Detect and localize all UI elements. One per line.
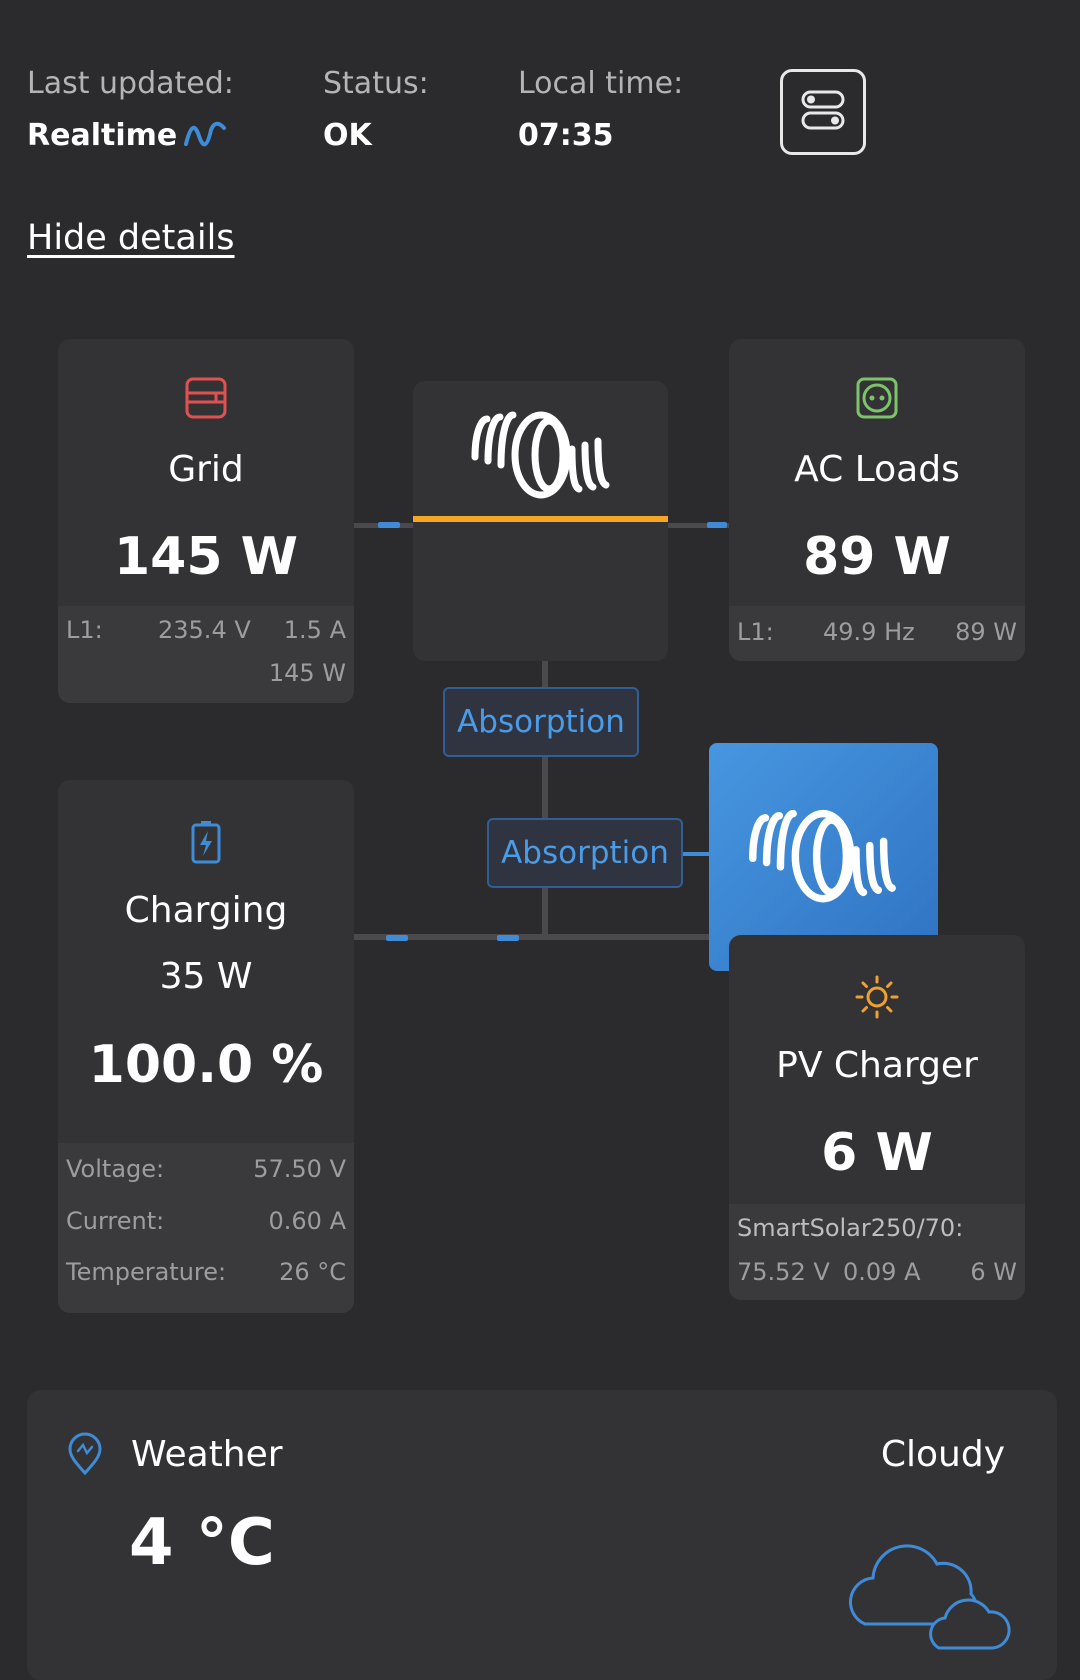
battery-current: 0.60 A bbox=[268, 1207, 346, 1235]
ac-loads-frequency: 49.9 Hz bbox=[823, 618, 915, 646]
grid-phase: L1: bbox=[66, 616, 103, 644]
inverter-card[interactable] bbox=[413, 381, 668, 661]
grid-current: 1.5 A bbox=[283, 616, 346, 644]
grid-voltage: 235.4 V bbox=[158, 616, 251, 644]
battery-details: Voltage: 57.50 V Current: 0.60 A Tempera… bbox=[58, 1143, 354, 1313]
battery-flow-dash-1 bbox=[386, 935, 408, 941]
victron-logo-icon bbox=[745, 803, 901, 907]
solar-state-badge: Absorption bbox=[487, 818, 683, 888]
ac-loads-phase-power: 89 W bbox=[955, 618, 1017, 646]
battery-charging-icon bbox=[58, 820, 354, 868]
battery-soc: 100.0 % bbox=[88, 1035, 324, 1095]
status-label: Status: bbox=[323, 66, 429, 101]
grid-power: 145 W bbox=[113, 527, 298, 587]
hide-details-link[interactable]: Hide details bbox=[27, 218, 235, 258]
ac-loads-phase: L1: bbox=[737, 618, 774, 646]
last-updated: Realtime bbox=[27, 118, 227, 153]
inverter-load-bar bbox=[413, 516, 668, 522]
pv-charger-card[interactable]: PV Charger 6 W SmartSolar250/70: 75.52 V… bbox=[729, 935, 1025, 1300]
last-updated-value: Realtime bbox=[27, 118, 178, 153]
pv-device-name: SmartSolar250/70: bbox=[737, 1214, 964, 1242]
location-pin-icon bbox=[67, 1432, 103, 1480]
weather-temperature: 4 °C bbox=[129, 1506, 275, 1580]
grid-phase-power: 145 W bbox=[268, 659, 346, 687]
battery-current-label: Current: bbox=[66, 1207, 165, 1235]
socket-icon bbox=[729, 377, 1025, 423]
battery-voltage-label: Voltage: bbox=[66, 1155, 165, 1183]
toggle-switch-icon bbox=[800, 87, 846, 137]
battery-temperature-label: Temperature: bbox=[66, 1258, 227, 1286]
pv-device-power: 6 W bbox=[970, 1258, 1017, 1286]
pv-power: 6 W bbox=[821, 1123, 933, 1183]
sun-icon bbox=[729, 975, 1025, 1023]
grid-title: Grid bbox=[168, 449, 244, 490]
solar-state-line bbox=[680, 852, 710, 856]
weather-card[interactable]: Weather 4 °C Cloudy bbox=[27, 1390, 1057, 1680]
last-updated-label: Last updated: bbox=[27, 66, 234, 101]
battery-voltage: 57.50 V bbox=[253, 1155, 346, 1183]
view-toggle-button[interactable] bbox=[780, 69, 866, 155]
battery-temperature: 26 °C bbox=[279, 1258, 346, 1286]
wave-icon bbox=[183, 120, 227, 152]
grid-flow-dash bbox=[378, 522, 400, 528]
weather-condition: Cloudy bbox=[880, 1434, 1005, 1475]
cloud-icon bbox=[843, 1528, 1013, 1656]
ac-loads-card[interactable]: AC Loads 89 W L1: 49.9 Hz 89 W bbox=[729, 339, 1025, 661]
loads-flow-dash bbox=[707, 522, 727, 528]
ac-loads-details: L1: 49.9 Hz 89 W bbox=[729, 606, 1025, 661]
battery-power: 35 W bbox=[159, 956, 253, 997]
battery-card[interactable]: Charging 35 W 100.0 % Voltage: 57.50 V C… bbox=[58, 780, 354, 1313]
grid-details: L1: 235.4 V 1.5 A 145 W bbox=[58, 606, 354, 703]
pv-title: PV Charger bbox=[776, 1045, 978, 1086]
pv-voltage: 75.52 V bbox=[737, 1258, 830, 1286]
ac-loads-title: AC Loads bbox=[794, 449, 960, 490]
local-time-label: Local time: bbox=[518, 66, 684, 101]
ac-loads-power: 89 W bbox=[803, 527, 951, 587]
grid-meter-icon bbox=[58, 377, 354, 423]
status-value: OK bbox=[323, 118, 372, 153]
local-time-value: 07:35 bbox=[518, 118, 614, 153]
battery-title: Charging bbox=[124, 890, 288, 931]
weather-title: Weather bbox=[131, 1434, 283, 1475]
pv-details: SmartSolar250/70: 75.52 V 0.09 A 6 W bbox=[729, 1204, 1025, 1300]
victron-logo-icon bbox=[469, 405, 613, 503]
inverter-state-badge: Absorption bbox=[443, 687, 639, 757]
grid-card[interactable]: Grid 145 W L1: 235.4 V 1.5 A 145 W bbox=[58, 339, 354, 703]
pv-current: 0.09 A bbox=[843, 1258, 921, 1286]
battery-flow-dash-2 bbox=[497, 935, 519, 941]
